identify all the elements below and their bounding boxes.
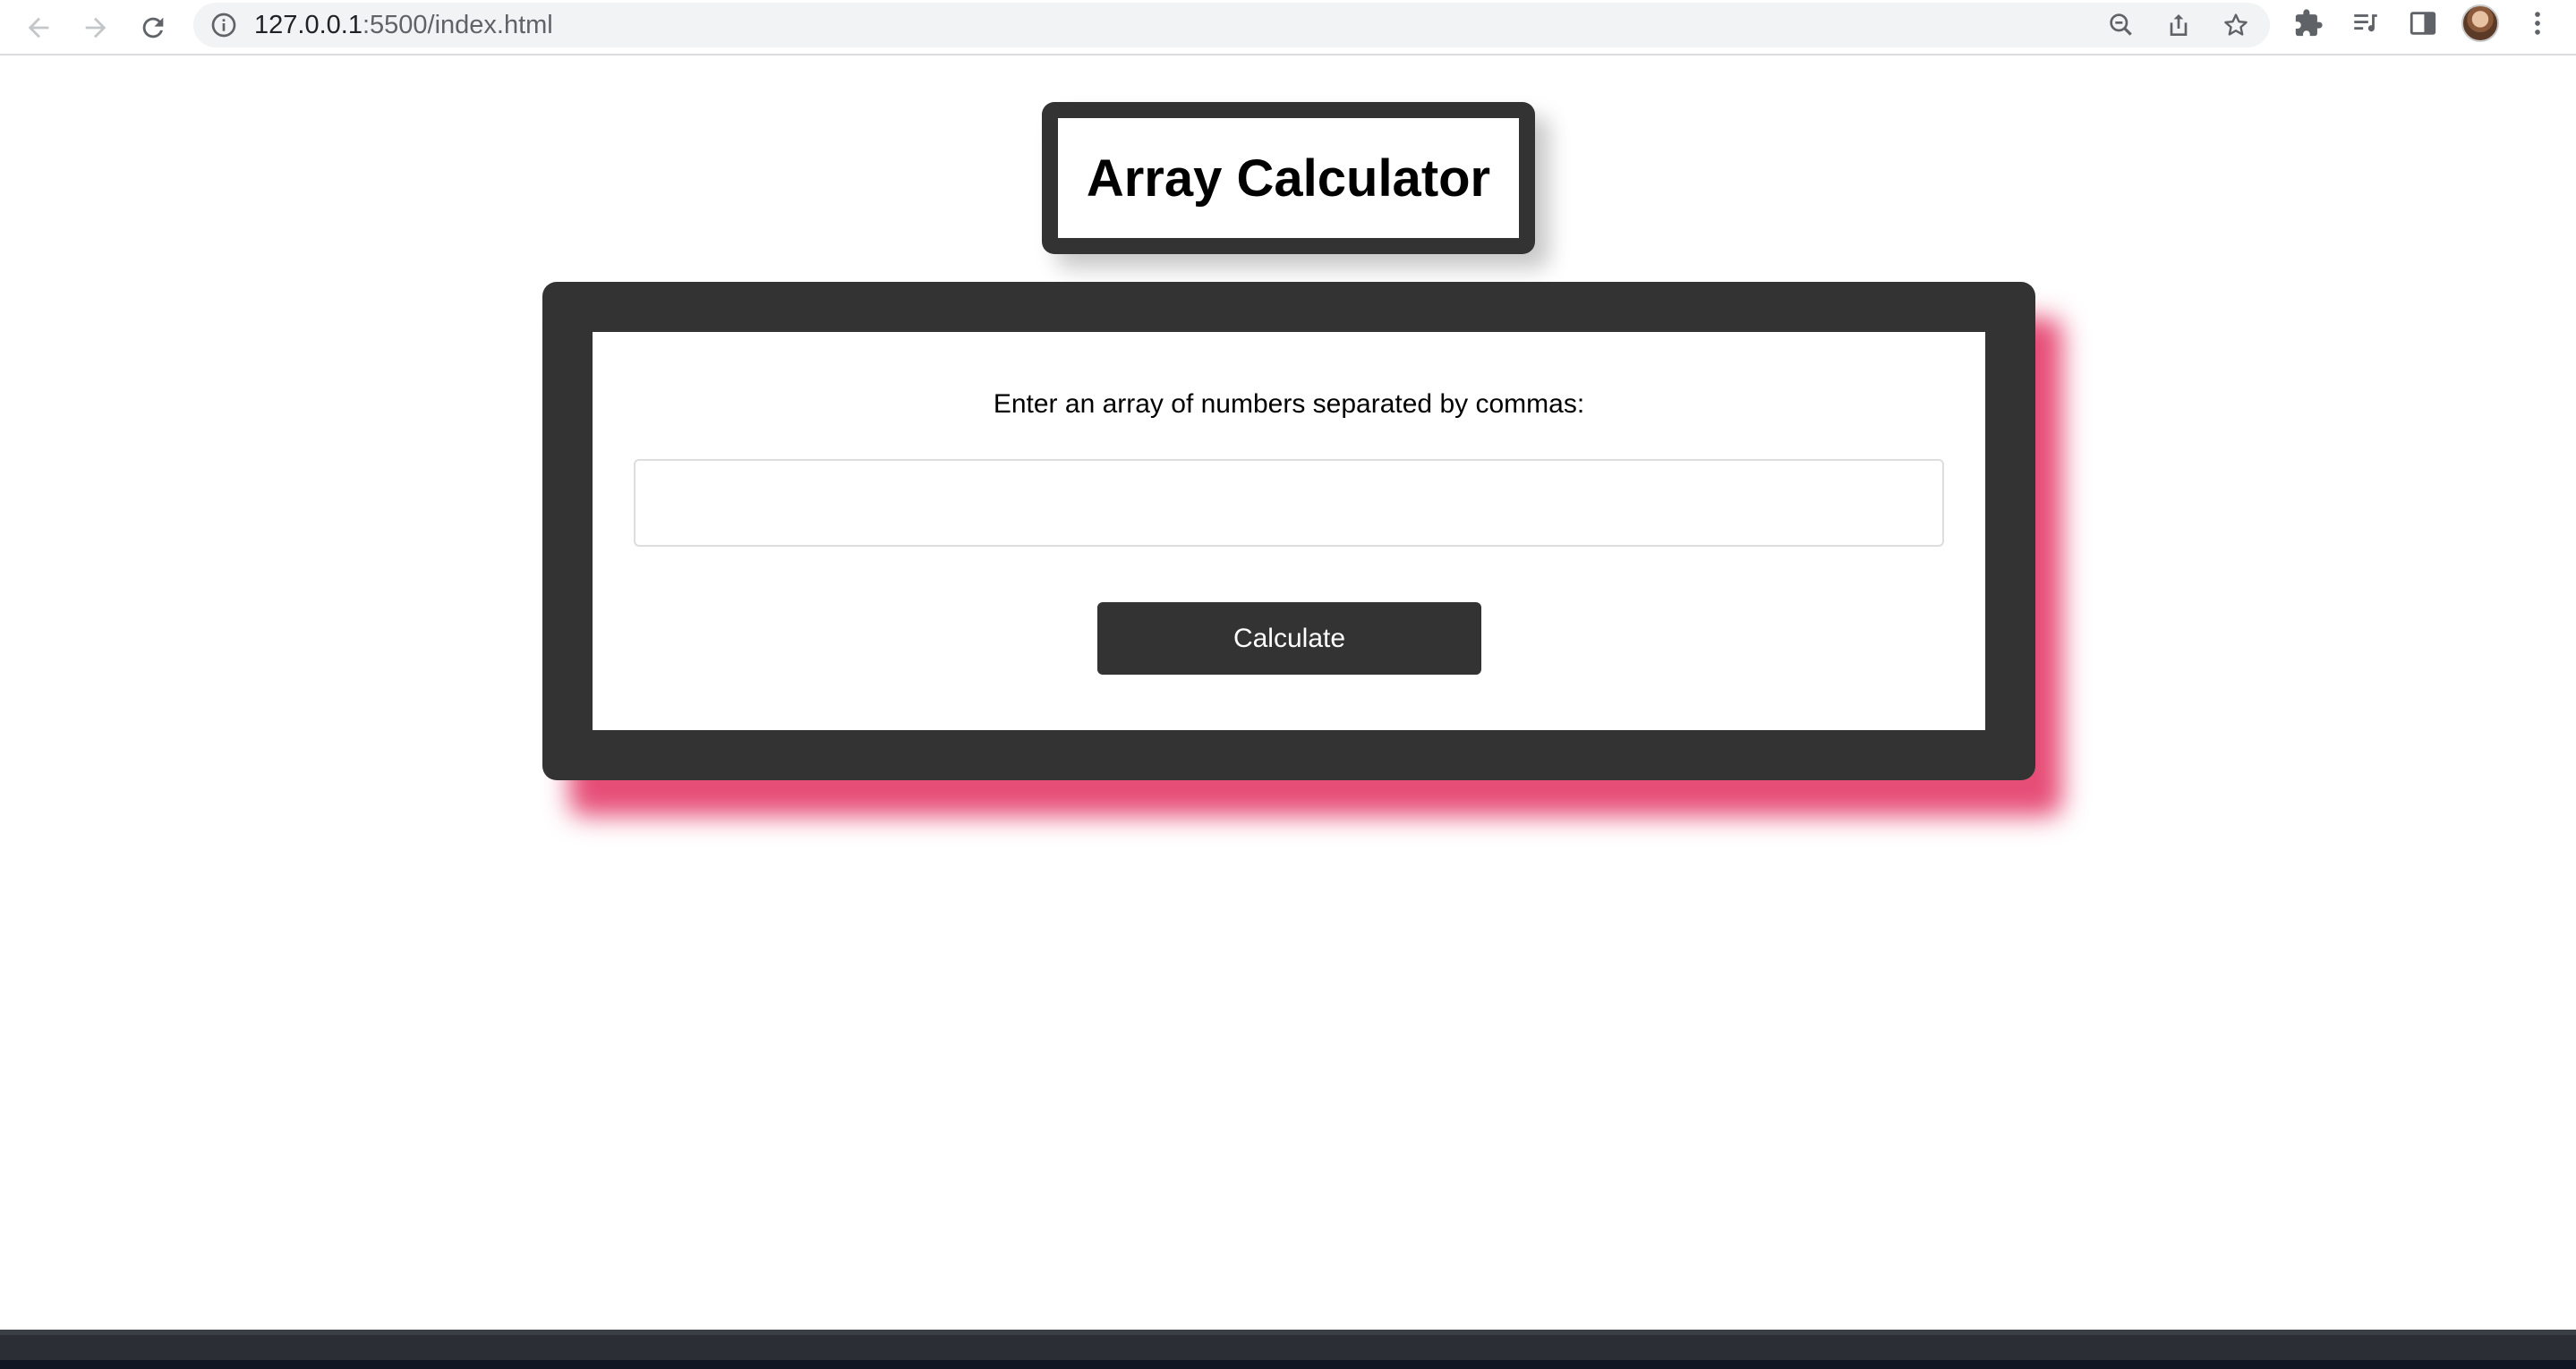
url-host: 127.0.0.1 <box>254 11 363 39</box>
array-prompt-label: Enter an array of numbers separated by c… <box>993 389 1585 419</box>
share-icon[interactable] <box>2164 11 2193 39</box>
arrow-left-icon <box>28 17 49 38</box>
playlist-icon[interactable] <box>2350 8 2381 38</box>
title-card: Array Calculator <box>1058 118 1519 238</box>
profile-avatar[interactable] <box>2461 4 2499 42</box>
array-input[interactable] <box>634 459 1944 547</box>
url-path: :5500/index.html <box>362 11 553 39</box>
info-icon[interactable] <box>209 11 238 39</box>
address-bar[interactable]: 127.0.0.1:5500/index.html <box>193 3 2270 47</box>
taskbar-strip <box>0 1330 2576 1369</box>
reload-button[interactable] <box>132 7 174 48</box>
zoom-out-icon[interactable] <box>2107 11 2136 39</box>
forward-button[interactable] <box>75 7 116 48</box>
calculate-button[interactable]: Calculate <box>1097 602 1481 675</box>
taskbar-edge <box>0 1360 2576 1369</box>
arrow-right-icon <box>85 17 107 38</box>
browser-toolbar: 127.0.0.1:5500/index.html <box>0 0 2576 55</box>
page-title: Array Calculator <box>1086 149 1491 208</box>
side-panel-icon[interactable] <box>2408 8 2438 38</box>
star-icon[interactable] <box>2222 11 2250 39</box>
puzzle-icon[interactable] <box>2293 8 2324 38</box>
calculator-panel: Enter an array of numbers separated by c… <box>542 282 2035 780</box>
calculator-form: Enter an array of numbers separated by c… <box>593 332 1985 730</box>
title-frame: Array Calculator <box>1042 102 1535 254</box>
back-button[interactable] <box>18 7 59 48</box>
reload-icon <box>142 17 164 38</box>
kebab-menu-icon[interactable] <box>2522 8 2553 38</box>
url-text[interactable]: 127.0.0.1:5500/index.html <box>254 3 553 47</box>
